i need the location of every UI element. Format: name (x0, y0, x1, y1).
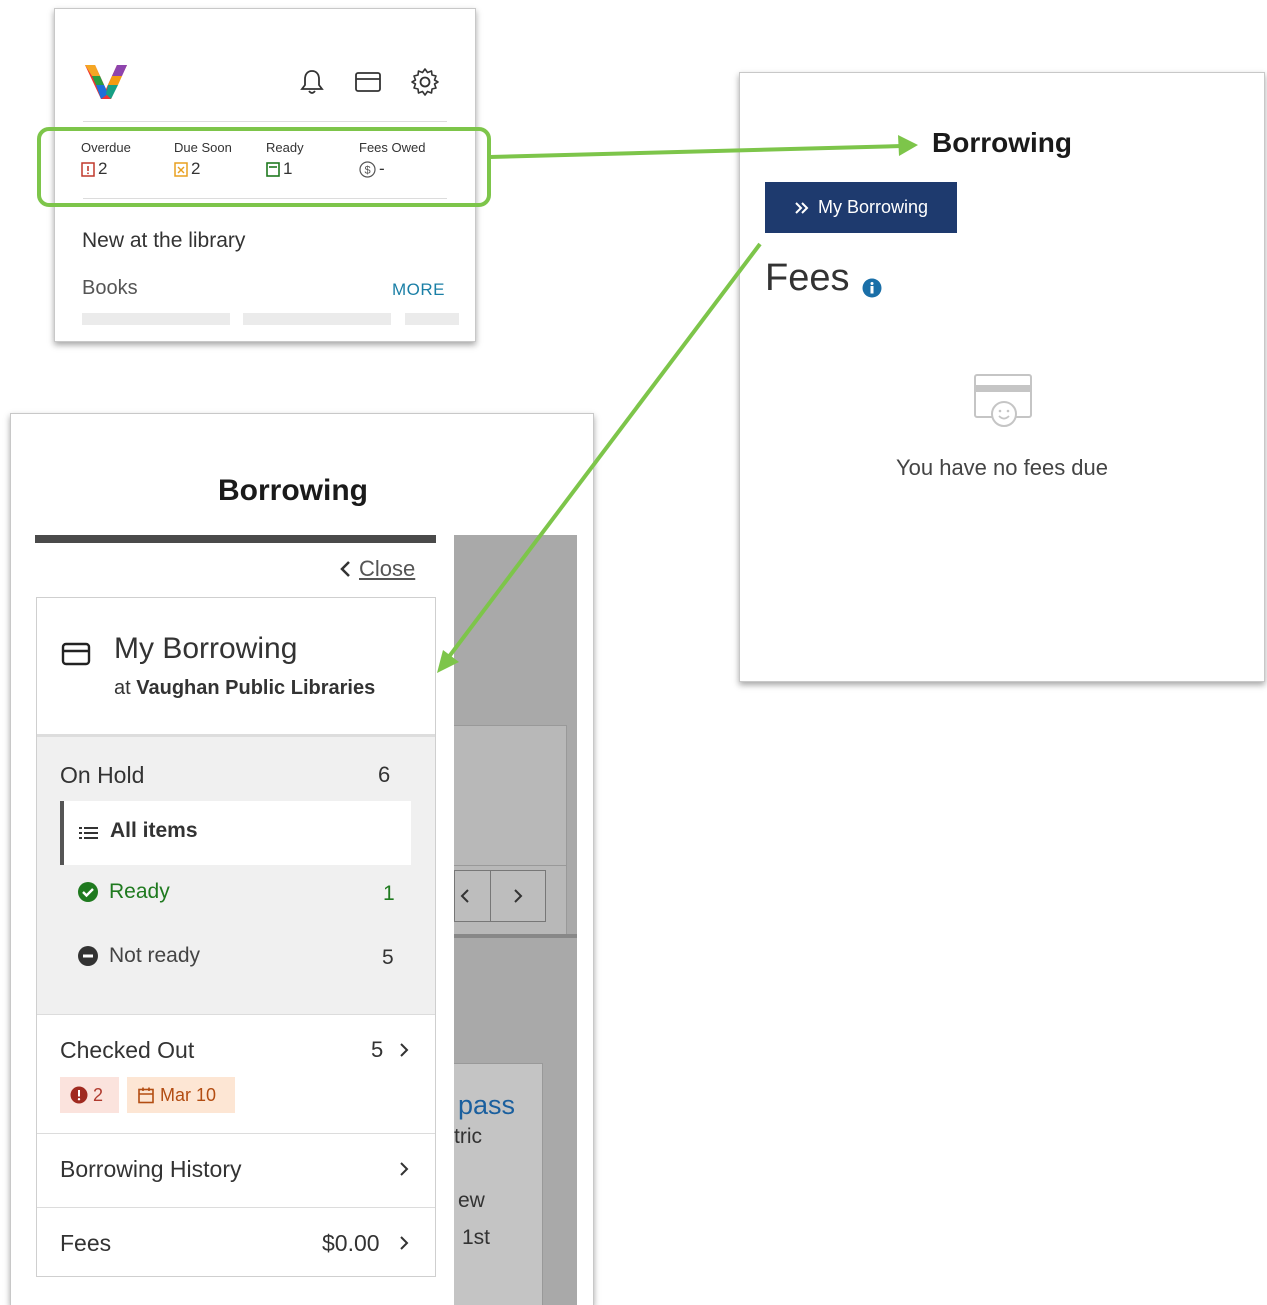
books-label: Books (82, 277, 138, 299)
divider (83, 198, 447, 199)
my-borrowing-header: My Borrowing at Vaughan Public Libraries (37, 598, 435, 737)
close-label: Close (359, 556, 416, 581)
ready-box-icon (266, 162, 280, 177)
book-placeholder (243, 313, 391, 325)
fees-owed-stat[interactable]: $ - (359, 159, 385, 179)
background-title-fragment: pass (458, 1090, 516, 1120)
my-borrowing-button-label: My Borrowing (817, 197, 929, 217)
ready-stat[interactable]: 1 (266, 159, 292, 179)
fees-card: Borrowing My Borrowing Fees You have no … (739, 72, 1265, 682)
ready-filter-label: Ready (109, 880, 170, 903)
ready-count: 1 (283, 159, 293, 178)
ready-filter[interactable]: Ready (77, 880, 170, 904)
panel-top-bar (35, 535, 436, 543)
gear-icon[interactable] (410, 67, 440, 97)
borrowing-title: Borrowing (11, 474, 593, 508)
library-subtitle: at Vaughan Public Libraries (114, 677, 375, 700)
chevron-right-icon (400, 1162, 409, 1176)
book-placeholder (82, 313, 230, 325)
my-borrowing-button[interactable]: My Borrowing (765, 182, 957, 233)
card-icon (61, 642, 91, 666)
on-hold-label: On Hold (60, 762, 145, 788)
at-label: at (114, 677, 131, 699)
checked-out-row[interactable]: Checked Out 5 2 Mar 10 (37, 1015, 435, 1134)
my-borrowing-title: My Borrowing (114, 632, 298, 665)
ready-filter-count: 1 (383, 882, 395, 905)
card-icon[interactable] (353, 67, 383, 97)
due-soon-count: 2 (191, 159, 201, 178)
info-icon[interactable] (862, 278, 882, 298)
due-soon-calendar-icon (174, 162, 188, 177)
fees-amount: $0.00 (322, 1230, 380, 1256)
exclamation-circle-icon (70, 1086, 88, 1104)
chevron-right-icon (400, 1043, 409, 1057)
dashboard-card: Overdue Due Soon Ready Fees Owed 2 2 1 $… (54, 8, 476, 342)
borrowing-title-text: Borrowing (218, 474, 368, 507)
fees-owed-label: Fees Owed (359, 140, 426, 155)
overdue-badge-count: 2 (93, 1084, 104, 1105)
checked-out-label: Checked Out (60, 1037, 195, 1063)
dollar-circle-icon: $ (359, 160, 376, 178)
bell-icon[interactable] (297, 67, 327, 97)
not-ready-filter-count: 5 (382, 946, 394, 969)
overdue-stat[interactable]: 2 (81, 159, 107, 179)
svg-text:$: $ (364, 164, 370, 176)
no-fees-message: You have no fees due (895, 455, 1109, 480)
chevron-left-icon (460, 889, 469, 903)
chevron-right-icon (400, 1236, 409, 1250)
background-text-fragment: ew (458, 1189, 485, 1212)
fees-label: Fees (60, 1230, 112, 1256)
divider (454, 865, 566, 866)
background-text-fragment: tric (454, 1125, 482, 1148)
background-page: pass tric ew 1st (454, 535, 577, 1305)
book-placeholder (405, 313, 459, 325)
borrowing-panel-card: Borrowing pass tric ew 1st Close My Borr… (10, 413, 594, 1305)
chevron-left-icon (340, 561, 350, 577)
borrowing-history-label: Borrowing History (60, 1156, 242, 1182)
divider (454, 934, 577, 938)
library-name: Vaughan Public Libraries (136, 677, 376, 699)
on-hold-count: 6 (378, 762, 391, 787)
on-hold-section: On Hold 6 All items Ready 1 Not ready 5 (37, 737, 435, 1015)
ready-label: Ready (266, 140, 304, 155)
not-ready-filter[interactable]: Not ready (77, 944, 200, 968)
not-ready-filter-label: Not ready (109, 944, 201, 967)
check-circle-icon (78, 882, 98, 902)
chevron-right-icon (514, 889, 523, 903)
fees-heading: Fees (765, 257, 850, 299)
due-soon-label: Due Soon (174, 140, 232, 155)
list-icon (79, 827, 98, 839)
no-fees-card-icon (974, 374, 1032, 427)
new-at-library-heading: New at the library (82, 229, 246, 252)
overdue-count: 2 (98, 159, 108, 178)
fees-row[interactable]: Fees $0.00 (37, 1208, 435, 1278)
calendar-icon (138, 1087, 154, 1104)
more-link[interactable]: MORE (392, 280, 445, 300)
library-logo[interactable] (83, 61, 129, 101)
checked-out-count: 5 (371, 1037, 384, 1062)
fees-owed-value: - (379, 159, 385, 178)
due-soon-stat[interactable]: 2 (174, 159, 200, 179)
all-items-label: All items (110, 819, 198, 842)
overdue-label: Overdue (81, 140, 131, 155)
close-button[interactable]: Close (339, 556, 415, 582)
due-date-badge: Mar 10 (127, 1077, 235, 1113)
prev-button[interactable] (454, 870, 491, 922)
double-chevron-right-icon (795, 201, 809, 214)
next-button[interactable] (490, 870, 546, 922)
divider (83, 121, 447, 122)
background-text-fragment: 1st (462, 1226, 491, 1249)
all-items-tab[interactable]: All items (60, 801, 411, 865)
borrowing-history-row[interactable]: Borrowing History (37, 1134, 435, 1208)
my-borrowing-panel: My Borrowing at Vaughan Public Libraries… (36, 597, 436, 1277)
overdue-calendar-icon (81, 162, 95, 177)
due-date-badge-label: Mar 10 (160, 1084, 217, 1105)
overdue-badge: 2 (60, 1077, 119, 1113)
minus-circle-icon (78, 946, 98, 966)
borrowing-heading: Borrowing (932, 127, 1072, 158)
